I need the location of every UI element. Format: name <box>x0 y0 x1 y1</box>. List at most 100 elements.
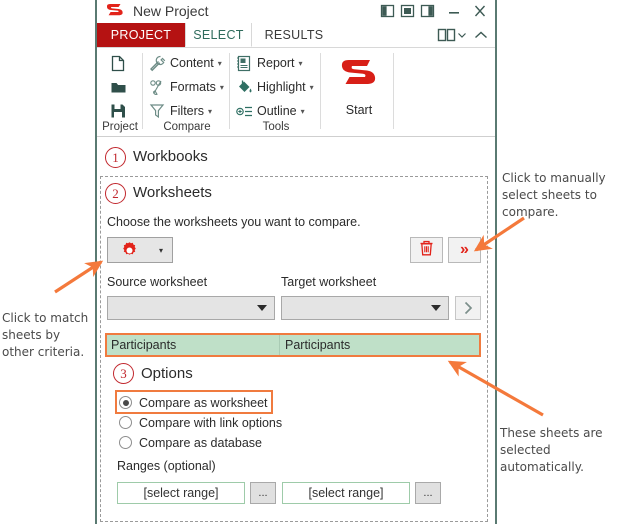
outline-list-icon <box>235 102 253 120</box>
highlight-button[interactable]: Highlight ▾ <box>235 76 314 98</box>
title-bar: New Project <box>97 0 495 23</box>
source-range-input[interactable]: [select range] <box>117 482 245 504</box>
ribbon-group-compare: Content ▾ Formats ▾ Filters ▾ Compare <box>144 48 230 136</box>
funnel-icon <box>148 102 166 120</box>
chevron-down-icon[interactable]: ▾ <box>220 83 224 92</box>
radio-compare-as-database-label: Compare as database <box>139 435 262 450</box>
layout-right-pane-icon[interactable] <box>420 4 435 18</box>
chevron-down-icon[interactable]: ▾ <box>299 59 303 68</box>
chevron-down-icon[interactable]: ▾ <box>301 107 305 116</box>
radio-button-icon[interactable] <box>119 416 132 429</box>
filters-button-label: Filters <box>170 104 205 118</box>
target-worksheet-select[interactable] <box>281 296 449 320</box>
ribbon-tab-strip: PROJECT SELECT RESULTS <box>97 23 495 48</box>
chevron-right-icon <box>464 301 473 315</box>
percent-brush-icon <box>148 78 166 96</box>
paint-bucket-icon <box>235 78 253 96</box>
tab-project[interactable]: PROJECT <box>97 23 185 47</box>
ribbon-group-label-tools: Tools <box>262 121 290 133</box>
ribbon-group-start: Start <box>322 48 394 136</box>
synkronizer-start-icon <box>337 60 381 100</box>
chevron-down-icon[interactable]: ▾ <box>150 246 172 255</box>
tab-results[interactable]: RESULTS <box>252 23 336 47</box>
select-panel-body: 1 Workbooks 2 Worksheets Choose the work… <box>97 137 495 525</box>
manual-select-sheets-button[interactable]: » <box>448 237 481 263</box>
chevron-down-icon[interactable] <box>431 305 441 311</box>
report-button-label: Report <box>257 56 295 70</box>
target-range-input[interactable]: [select range] <box>282 482 410 504</box>
step-1-number: 1 <box>105 147 126 168</box>
target-worksheet-label: Target worksheet <box>281 275 377 289</box>
open-project-button[interactable] <box>109 76 131 98</box>
highlight-button-label: Highlight <box>257 80 306 94</box>
gear-icon <box>108 241 150 260</box>
source-worksheet-label: Source worksheet <box>107 275 208 289</box>
radio-compare-as-worksheet[interactable]: Compare as worksheet <box>119 393 268 412</box>
ribbon-group-project: Project <box>97 48 143 136</box>
step-1-title[interactable]: Workbooks <box>133 148 208 165</box>
ribbon-display-options-icon[interactable] <box>437 27 467 43</box>
minimize-icon[interactable] <box>446 3 462 19</box>
annotation-manual-select: Click to manually select sheets to compa… <box>502 171 606 219</box>
sheet-pair-target: Participants <box>285 338 351 352</box>
trash-icon <box>418 239 435 262</box>
chevron-up-icon[interactable] <box>473 27 489 43</box>
sheet-pair-source: Participants <box>107 335 280 355</box>
application-window: New Project PROJECT SELECT RESULTS Proje… <box>95 0 497 525</box>
match-sheets-button[interactable]: ▾ <box>107 237 173 263</box>
step-3-title: Options <box>141 365 193 382</box>
chevron-down-icon[interactable] <box>257 305 267 311</box>
chevron-down-icon[interactable]: ▾ <box>218 59 222 68</box>
ribbon-group-label-project: Project <box>102 121 138 133</box>
open-folder-icon <box>109 78 127 96</box>
wrench-icon <box>148 54 166 72</box>
add-sheet-pair-button[interactable] <box>455 296 481 320</box>
step-2-title: Worksheets <box>133 184 212 201</box>
source-range-browse-button[interactable]: ... <box>250 482 276 504</box>
save-project-button[interactable] <box>109 100 131 122</box>
group-separator <box>229 53 230 129</box>
radio-compare-with-link-options[interactable]: Compare with link options <box>119 413 282 432</box>
report-book-icon <box>235 54 253 72</box>
step-2-number: 2 <box>105 183 126 204</box>
ranges-label: Ranges (optional) <box>117 459 216 473</box>
synkronizer-logo-icon <box>105 2 125 21</box>
group-separator <box>142 53 143 129</box>
formats-button[interactable]: Formats ▾ <box>148 76 224 98</box>
chevron-down-icon[interactable]: ▾ <box>310 83 314 92</box>
radio-button-icon[interactable] <box>119 396 132 409</box>
radio-button-icon[interactable] <box>119 436 132 449</box>
layout-left-pane-icon[interactable] <box>380 4 395 18</box>
radio-compare-as-database[interactable]: Compare as database <box>119 433 262 452</box>
outline-button-label: Outline <box>257 104 297 118</box>
window-title: New Project <box>133 3 209 19</box>
target-range-browse-button[interactable]: ... <box>415 482 441 504</box>
filters-button[interactable]: Filters ▾ <box>148 100 212 122</box>
ribbon-group-tools: Report ▾ Highlight ▾ Outline ▾ Tools <box>231 48 321 136</box>
start-button-label: Start <box>345 103 373 117</box>
report-button[interactable]: Report ▾ <box>235 52 303 74</box>
content-button-label: Content <box>170 56 214 70</box>
save-disk-icon <box>109 102 127 120</box>
radio-compare-with-link-options-label: Compare with link options <box>139 415 283 430</box>
radio-compare-as-worksheet-label: Compare as worksheet <box>139 395 268 410</box>
group-separator <box>393 53 394 129</box>
delete-sheet-pair-button[interactable] <box>410 237 443 263</box>
new-project-button[interactable] <box>109 52 131 74</box>
sheet-pair-row[interactable]: Participants Participants <box>105 333 481 357</box>
annotation-auto-selected: These sheets are selected automatically. <box>500 426 603 474</box>
ribbon-toolbar: Project Content ▾ Formats ▾ Filters ▾ Co… <box>97 48 495 137</box>
chevron-down-icon[interactable]: ▾ <box>208 107 212 116</box>
source-worksheet-select[interactable] <box>107 296 275 320</box>
outline-button[interactable]: Outline ▾ <box>235 100 305 122</box>
formats-button-label: Formats <box>170 80 216 94</box>
layout-center-pane-icon[interactable] <box>400 4 415 18</box>
ribbon-group-label-compare: Compare <box>163 121 211 133</box>
tab-select[interactable]: SELECT <box>185 23 252 47</box>
start-button[interactable]: Start <box>334 54 384 122</box>
worksheets-description: Choose the worksheets you want to compar… <box>107 215 361 229</box>
content-button[interactable]: Content ▾ <box>148 52 222 74</box>
new-file-icon <box>109 54 127 72</box>
close-icon[interactable] <box>472 2 488 20</box>
group-separator <box>320 53 321 129</box>
